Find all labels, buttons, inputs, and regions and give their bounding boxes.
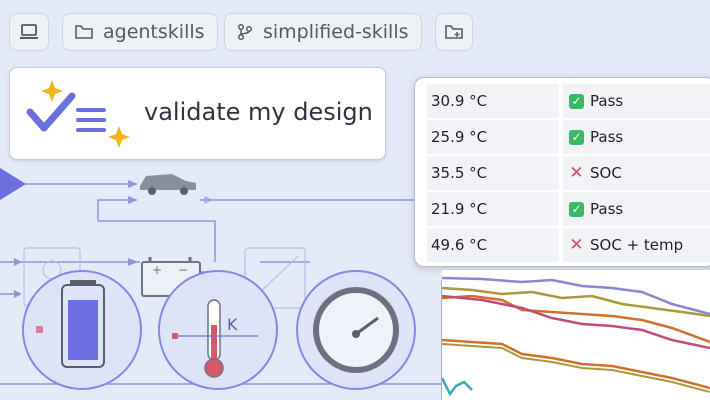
thermometer-icon: K: [158, 270, 278, 390]
plot-lines: [442, 276, 710, 397]
check-icon: ✓: [569, 129, 584, 145]
signal-source-icon: [0, 168, 26, 200]
temp-cell: 49.6 °C: [427, 228, 559, 262]
check-icon: ✓: [569, 93, 584, 109]
table-row: 49.6 °C ✕ SOC + temp: [427, 228, 710, 262]
result-cell: ✓ Pass: [563, 84, 710, 118]
result-label: Pass: [590, 92, 624, 110]
result-label: SOC: [590, 164, 622, 182]
temp-cell: 25.9 °C: [427, 120, 559, 154]
device-button[interactable]: [9, 13, 49, 51]
cross-icon: ✕: [569, 234, 584, 255]
svg-text:−: −: [178, 263, 188, 277]
table-row: 30.9 °C ✓ Pass: [427, 84, 710, 118]
folder-icon: [75, 25, 93, 39]
results-table: 30.9 °C ✓ Pass 25.9 °C ✓ Pass 35.5 °C ✕ SOC…: [414, 77, 710, 267]
laptop-icon: [20, 24, 38, 39]
car-icon: [140, 174, 196, 195]
series-line: [442, 377, 473, 397]
prompt-text: validate my design: [144, 98, 373, 126]
new-folder-button[interactable]: [435, 13, 473, 51]
result-label: SOC + temp: [590, 236, 684, 254]
table-row: 25.9 °C ✓ Pass: [427, 120, 710, 154]
table-row: 21.9 °C ✓ Pass: [427, 192, 710, 226]
temp-cell: 35.5 °C: [427, 156, 559, 190]
checklist-sparkle-icon: [26, 80, 130, 148]
simulation-plot: [442, 270, 710, 400]
result-cell: ✓ Pass: [563, 192, 710, 226]
gauge-icon: [296, 270, 416, 390]
result-cell: ✓ Pass: [563, 120, 710, 154]
thermo-k-label: K: [227, 315, 238, 334]
folder-label: agentskills: [103, 21, 205, 43]
result-label: Pass: [590, 200, 624, 218]
branch-label: simplified-skills: [263, 21, 409, 43]
prompt-card[interactable]: validate my design: [9, 67, 386, 160]
folder-plus-icon: [445, 25, 463, 39]
temp-cell: 21.9 °C: [427, 192, 559, 226]
cross-icon: ✕: [569, 162, 584, 183]
result-label: Pass: [590, 128, 624, 146]
svg-text:+: +: [152, 263, 162, 277]
series-line: [442, 343, 710, 393]
folder-chip[interactable]: agentskills: [62, 13, 218, 51]
table-row: 35.5 °C ✕ SOC: [427, 156, 710, 190]
temp-cell: 30.9 °C: [427, 84, 559, 118]
result-cell: ✕ SOC: [563, 156, 710, 190]
git-branch-icon: [237, 23, 253, 41]
check-icon: ✓: [569, 201, 584, 217]
battery-icon: [22, 270, 142, 390]
result-cell: ✕ SOC + temp: [563, 228, 710, 262]
branch-chip[interactable]: simplified-skills: [224, 13, 422, 51]
